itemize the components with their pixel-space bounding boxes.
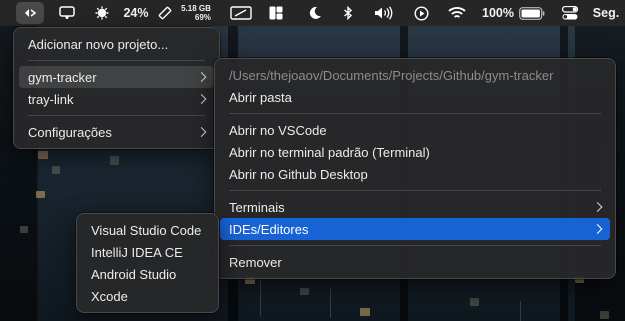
menu-separator <box>28 115 205 116</box>
project-label: tray-link <box>28 91 74 107</box>
memory-readout: 5.18 GB 69% <box>176 0 216 26</box>
open-folder-item[interactable]: Abrir pasta <box>220 86 610 108</box>
wallpaper-rain <box>260 276 261 316</box>
display-icon[interactable] <box>56 0 78 26</box>
wallpaper-light <box>110 156 119 165</box>
project-item-tray-link[interactable]: tray-link <box>19 88 214 110</box>
wallpaper-light <box>360 308 370 316</box>
chevron-right-icon <box>196 94 207 104</box>
project-submenu: /Users/thejoaov/Documents/Projects/Githu… <box>214 58 616 279</box>
layout-icon[interactable] <box>266 0 286 26</box>
open-github-desktop-item[interactable]: Abrir no Github Desktop <box>220 163 610 185</box>
open-vscode-item[interactable]: Abrir no VSCode <box>220 119 610 141</box>
project-item-gym-tracker[interactable]: gym-tracker <box>19 66 214 88</box>
ide-item-android-studio[interactable]: Android Studio <box>82 263 213 285</box>
memory-percent: 69% <box>194 13 211 22</box>
wallpaper-rain <box>520 301 521 321</box>
wallpaper-light <box>300 288 309 295</box>
menu-separator <box>229 113 601 114</box>
remove-label: Remover <box>229 254 282 270</box>
ide-item-vscode[interactable]: Visual Studio Code <box>82 219 213 241</box>
screen-mirror-icon[interactable] <box>228 0 254 26</box>
terminals-label: Terminais <box>229 199 285 215</box>
ide-item-xcode[interactable]: Xcode <box>82 285 213 307</box>
ide-item-intellij[interactable]: IntelliJ IDEA CE <box>82 241 213 263</box>
remove-item[interactable]: Remover <box>220 251 610 273</box>
ruler-icon[interactable] <box>157 0 173 26</box>
menu-separator <box>229 190 601 191</box>
open-folder-label: Abrir pasta <box>229 89 292 105</box>
battery-icon[interactable] <box>517 0 547 26</box>
control-center-icon[interactable] <box>560 0 580 26</box>
ides-editors-item[interactable]: IDEs/Editores <box>220 218 610 240</box>
wifi-icon[interactable] <box>446 0 468 26</box>
menu-separator <box>28 60 205 61</box>
project-path-item: /Users/thejoaov/Documents/Projects/Githu… <box>220 64 610 86</box>
ide-label: Android Studio <box>91 266 177 282</box>
open-terminal-item[interactable]: Abrir no terminal padrão (Terminal) <box>220 141 610 163</box>
add-project-label: Adicionar novo projeto... <box>28 36 169 52</box>
open-github-desktop-label: Abrir no Github Desktop <box>229 166 368 182</box>
wallpaper-light <box>52 166 60 174</box>
project-path: /Users/thejoaov/Documents/Projects/Githu… <box>229 67 554 83</box>
wallpaper-light <box>600 311 609 319</box>
wallpaper-rain <box>330 288 331 318</box>
ide-label: Visual Studio Code <box>91 222 202 238</box>
tray-link-icon[interactable] <box>16 2 44 24</box>
battery-percent: 100% <box>482 6 514 20</box>
bluetooth-icon[interactable] <box>340 0 356 26</box>
chevron-right-icon <box>196 127 207 137</box>
volume-icon[interactable] <box>372 0 396 26</box>
ides-editors-label: IDEs/Editores <box>229 221 309 237</box>
add-project-item[interactable]: Adicionar novo projeto... <box>19 33 214 55</box>
ide-label: IntelliJ IDEA CE <box>91 244 183 260</box>
settings-label: Configurações <box>28 124 112 140</box>
cpu-percent: 24% <box>123 6 149 20</box>
cpu-icon[interactable] <box>93 0 111 26</box>
tray-menu: Adicionar novo projeto... gym-tracker tr… <box>13 27 220 149</box>
moon-icon[interactable] <box>306 0 324 26</box>
ide-label: Xcode <box>91 288 128 304</box>
play-icon[interactable] <box>412 0 430 26</box>
chevron-right-icon <box>592 202 603 212</box>
wallpaper-light <box>20 226 28 233</box>
chevron-right-icon <box>592 224 603 234</box>
menu-bar: 24% 5.18 GB 69% 100% Seg. <box>0 0 625 26</box>
open-vscode-label: Abrir no VSCode <box>229 122 327 138</box>
open-terminal-label: Abrir no terminal padrão (Terminal) <box>229 144 430 160</box>
project-label: gym-tracker <box>28 69 97 85</box>
menubar-clock[interactable]: Seg. <box>590 0 622 26</box>
chevron-right-icon <box>196 72 207 82</box>
settings-item[interactable]: Configurações <box>19 121 214 143</box>
memory-used: 5.18 GB <box>181 4 211 13</box>
wallpaper-light <box>36 191 45 198</box>
wallpaper-light <box>38 151 48 159</box>
ides-submenu: Visual Studio Code IntelliJ IDEA CE Andr… <box>76 213 219 313</box>
wallpaper-light <box>470 298 479 306</box>
menu-separator <box>229 245 601 246</box>
terminals-item[interactable]: Terminais <box>220 196 610 218</box>
